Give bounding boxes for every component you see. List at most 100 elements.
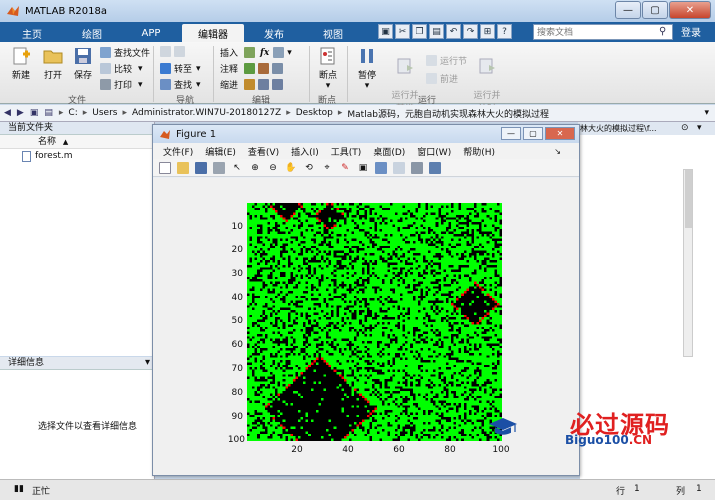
link-plot-icon[interactable]: ▣ — [357, 162, 369, 174]
cellular-automaton-image[interactable] — [247, 203, 502, 441]
paste-quick-icon[interactable]: ▤ — [429, 24, 444, 39]
brush-icon[interactable]: ✎ — [339, 162, 351, 174]
figure-close-button[interactable]: ✕ — [545, 127, 575, 140]
undo-quick-icon[interactable]: ↶ — [446, 24, 461, 39]
open-button[interactable]: 打开 — [40, 46, 66, 81]
login-link[interactable]: 登录 — [681, 24, 701, 39]
breadcrumb-folder[interactable]: Matlab源码，元胞自动机实现森林大火的模拟过程 — [347, 107, 549, 120]
tab-editor[interactable]: 编辑器 — [182, 24, 244, 42]
nav-back-icon — [160, 46, 171, 57]
cut-quick-icon[interactable]: ✂ — [395, 24, 410, 39]
maximize-button[interactable]: ▢ — [642, 1, 668, 19]
show-plot-tools-icon[interactable] — [429, 161, 441, 174]
figure-maximize-button[interactable]: ▢ — [523, 127, 543, 140]
up-folder-icon[interactable]: ▣ — [30, 108, 39, 118]
new-figure-icon[interactable] — [159, 161, 171, 174]
tab-publish[interactable]: 发布 — [248, 24, 300, 42]
run-advance-button[interactable]: 运行并 前进 — [389, 46, 421, 114]
find-files-button[interactable]: 查找文件 — [100, 46, 150, 59]
legend-icon[interactable] — [393, 161, 405, 174]
address-dropdown-icon[interactable]: ▾ — [704, 108, 709, 118]
search-input[interactable] — [533, 24, 673, 40]
breadcrumb-users[interactable]: Users — [92, 108, 117, 118]
copy-quick-icon[interactable]: ❐ — [412, 24, 427, 39]
switch-windows-icon[interactable]: ⊞ — [480, 24, 495, 39]
pan-hand-icon[interactable]: ✋ — [285, 162, 297, 174]
editor-ribbon: 新建 打开 保存 查找文件 比较 ▾ 打印 ▾ 文件 转至 ▾ 查找 ▾ 导航 插入 f… — [0, 42, 715, 114]
save-quick-icon[interactable]: ▣ — [378, 24, 393, 39]
insert-button[interactable]: 插入 fx ▾ — [220, 46, 292, 59]
menu-edit[interactable]: 编辑(E) — [205, 145, 236, 158]
pause-button[interactable]: 暂停 ▾ — [354, 46, 380, 91]
advance-button[interactable]: 前进 — [426, 72, 458, 85]
zoom-out-icon[interactable]: ⊖ — [267, 162, 279, 174]
row-label: 行 — [616, 487, 626, 497]
compare-label: 比较 — [114, 65, 133, 75]
figure-toolbar: ↖ ⊕ ⊖ ✋ ⟲ ⌖ ✎ ▣ — [153, 159, 579, 177]
editor-scrollbar[interactable] — [683, 169, 693, 357]
help-quick-icon[interactable]: ? — [497, 24, 512, 39]
figure-title-bar: Figure 1 — ▢ ✕ — [153, 125, 579, 143]
save-figure-icon[interactable] — [195, 161, 207, 174]
print-figure-icon[interactable] — [213, 161, 225, 174]
browse-folder-icon[interactable]: ▤ — [44, 108, 53, 118]
tab-view[interactable]: 视图 — [306, 24, 360, 42]
breadcrumb-separator: ▸ — [337, 108, 343, 118]
new-button[interactable]: 新建 — [8, 46, 34, 81]
menu-file[interactable]: 文件(F) — [163, 145, 193, 158]
compare-button[interactable]: 比较 ▾ — [100, 62, 143, 75]
run-section-button[interactable]: 运行节 — [426, 54, 467, 67]
find-button[interactable]: 查找 ▾ — [160, 78, 201, 91]
colorbar-icon[interactable] — [375, 161, 387, 174]
minimize-button[interactable]: — — [615, 1, 641, 19]
dock-arrow-icon[interactable]: ↘ — [554, 147, 561, 156]
close-button[interactable]: ✕ — [669, 1, 711, 19]
tab-apps[interactable]: APP — [124, 24, 178, 42]
fx-icon[interactable]: fx — [260, 48, 269, 58]
print-button[interactable]: 打印 ▾ — [100, 78, 143, 91]
indent-button[interactable]: 缩进 — [220, 78, 286, 91]
watermark-url-tld: .CN — [628, 433, 653, 447]
hide-plot-tools-icon[interactable] — [411, 161, 423, 174]
y-tick-label: 40 — [231, 293, 243, 303]
list-item[interactable]: forest.m — [0, 149, 154, 163]
zoom-in-icon[interactable]: ⊕ — [249, 162, 261, 174]
menu-window[interactable]: 窗口(W) — [417, 145, 451, 158]
breadcrumb-user[interactable]: Administrator.WIN7U-20180127Z — [132, 108, 281, 118]
scrollbar-thumb[interactable] — [685, 170, 692, 228]
menu-desktop[interactable]: 桌面(D) — [373, 145, 405, 158]
panel-options-icon[interactable]: ⊙ — [681, 123, 689, 133]
tab-home[interactable]: 主页 — [6, 24, 58, 42]
breadcrumb-drive[interactable]: C: — [68, 108, 77, 118]
comment-percent-icon — [244, 63, 256, 74]
menu-view[interactable]: 查看(V) — [248, 145, 279, 158]
name-column-header[interactable]: 名称 ▲ — [0, 135, 154, 149]
details-message: 选择文件以查看详细信息 — [38, 422, 138, 432]
breakpoints-button[interactable]: 断点 ▾ — [316, 46, 340, 91]
rotate-3d-icon[interactable]: ⟲ — [303, 162, 315, 174]
run-and-time-button[interactable]: 运行并 计时 — [471, 46, 503, 114]
menu-help[interactable]: 帮助(H) — [463, 145, 495, 158]
search-icon[interactable]: ⚲ — [659, 26, 666, 37]
goto-arrow-icon — [160, 63, 171, 74]
goto-button[interactable]: 转至 ▾ — [160, 62, 201, 75]
breadcrumb-desktop[interactable]: Desktop — [296, 108, 333, 118]
redo-quick-icon[interactable]: ↷ — [463, 24, 478, 39]
open-file-icon[interactable] — [177, 161, 189, 174]
back-arrow-icon[interactable]: ◀ — [4, 108, 11, 118]
new-plus-icon — [13, 47, 30, 65]
menu-insert[interactable]: 插入(I) — [291, 145, 319, 158]
name-column-label: 名称 — [38, 137, 57, 147]
tab-plots[interactable]: 绘图 — [64, 24, 120, 42]
figure-minimize-button[interactable]: — — [501, 127, 521, 140]
comment-button[interactable]: 注释 — [220, 62, 286, 75]
status-text: 正忙 — [32, 487, 51, 497]
new-label: 新建 — [11, 71, 30, 81]
panel-menu-icon[interactable]: ▾ — [697, 123, 702, 133]
menu-tools[interactable]: 工具(T) — [331, 145, 362, 158]
pointer-icon[interactable]: ↖ — [231, 162, 243, 174]
panel-collapse-icon[interactable]: ▾ — [145, 357, 150, 368]
forward-arrow-icon[interactable]: ▶ — [17, 108, 24, 118]
save-button[interactable]: 保存 — [70, 46, 96, 81]
data-cursor-icon[interactable]: ⌖ — [321, 162, 333, 174]
